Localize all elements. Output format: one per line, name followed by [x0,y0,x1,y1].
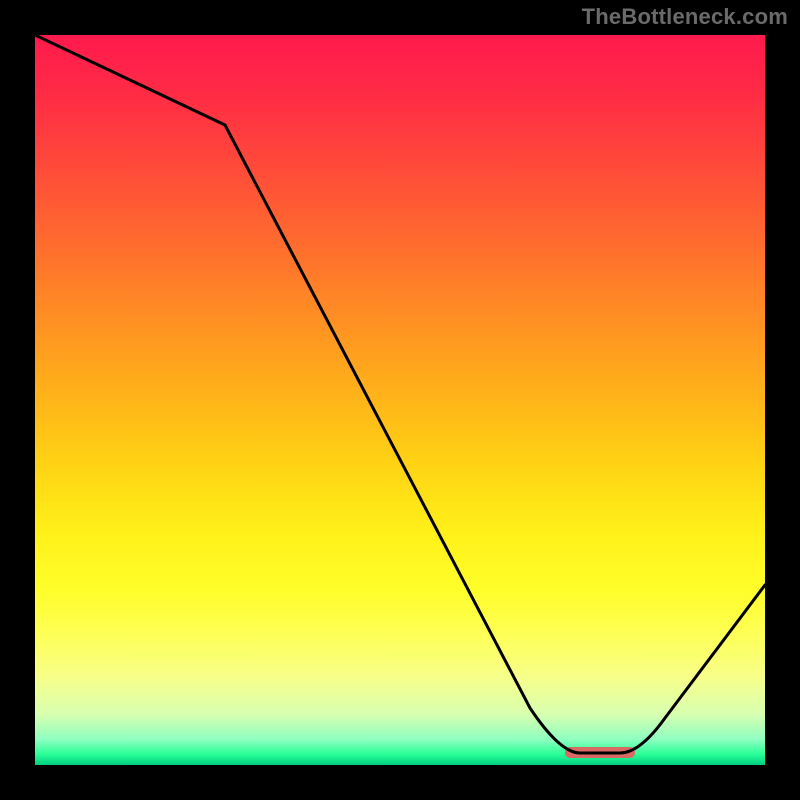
chart-frame: TheBottleneck.com [0,0,800,800]
bottleneck-curve [35,35,765,765]
plot-area [35,35,765,765]
watermark-text: TheBottleneck.com [582,4,788,30]
curve-path [35,35,765,753]
